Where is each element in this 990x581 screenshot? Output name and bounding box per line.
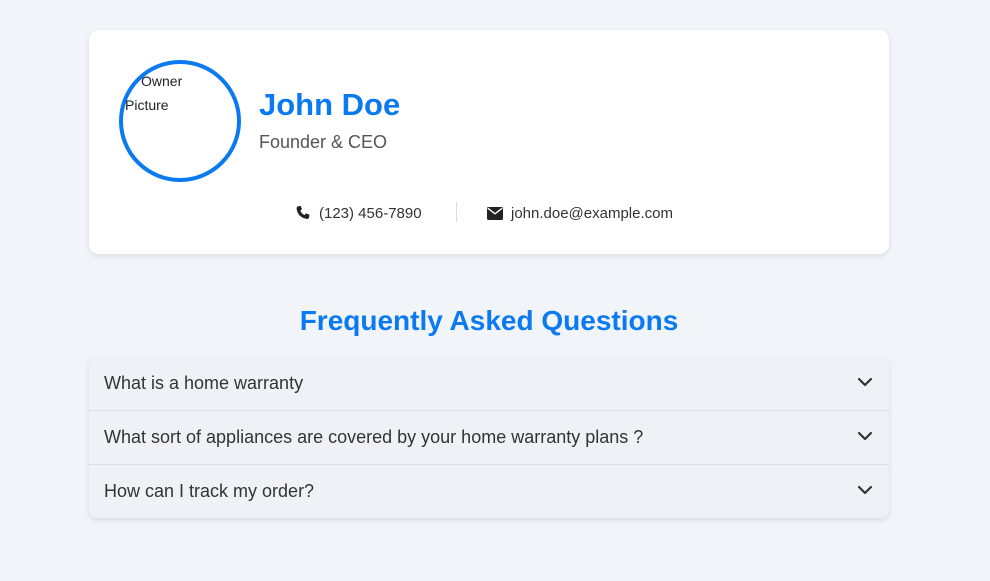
chevron-down-icon[interactable]: [857, 484, 873, 496]
faq-title: Frequently Asked Questions: [299, 305, 679, 336]
envelope-icon: [487, 206, 503, 220]
email-contact[interactable]: john.doe@example.com: [487, 202, 673, 224]
faq-item[interactable]: How can I track my order?: [89, 465, 889, 518]
email-address[interactable]: john.doe@example.com: [511, 205, 673, 222]
chevron-down-icon[interactable]: [857, 376, 873, 388]
profile-name: John Doe: [259, 87, 401, 122]
phone-contact[interactable]: (123) 456-7890: [295, 202, 422, 224]
avatar: Owner Picture: [119, 60, 241, 182]
contact-divider: [456, 202, 457, 222]
avatar-alt-text: Owner Picture: [125, 73, 183, 113]
profile-role: Founder & CEO: [259, 132, 388, 152]
chevron-down-icon[interactable]: [857, 430, 873, 442]
profile-card: Owner Picture John Doe Founder & CEO (12…: [89, 30, 889, 254]
faq-list: What is a home warranty What sort of app…: [89, 357, 889, 518]
faq-question: What sort of appliances are covered by y…: [104, 427, 644, 447]
phone-icon: [296, 205, 310, 219]
faq-item[interactable]: What is a home warranty: [89, 357, 889, 411]
faq-question: How can I track my order?: [104, 481, 315, 501]
faq-item[interactable]: What sort of appliances are covered by y…: [89, 411, 889, 465]
faq-question: What is a home warranty: [104, 373, 304, 393]
phone-number[interactable]: (123) 456-7890: [319, 205, 422, 222]
